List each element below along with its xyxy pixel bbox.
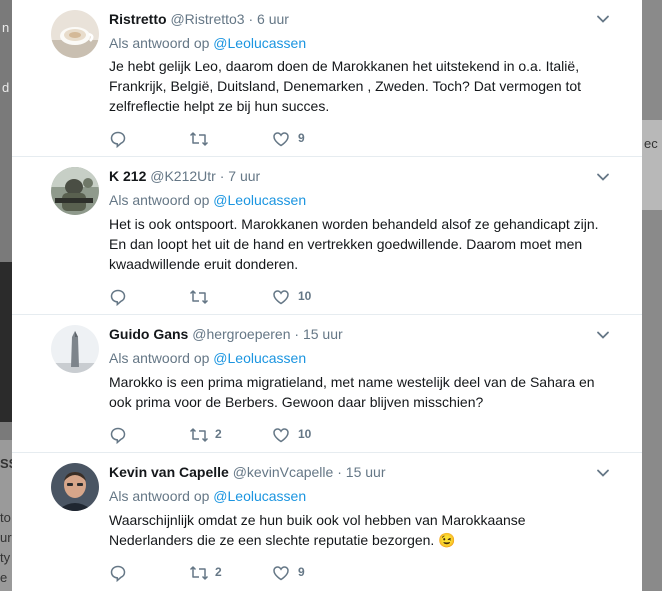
like-icon	[273, 428, 289, 443]
tweet-item[interactable]: Kevin van Capelle @kevinVcapelle · 15 uu…	[12, 452, 642, 591]
separator-dot: ·	[294, 326, 300, 342]
background-text-fragment: e	[0, 570, 8, 585]
retweet-icon	[189, 566, 209, 580]
reply-icon	[110, 427, 126, 444]
author-handle[interactable]: @Ristretto3	[170, 11, 244, 27]
like-icon	[273, 290, 289, 305]
author-name[interactable]: Guido Gans	[109, 326, 188, 342]
background-text-fragment: d	[2, 80, 10, 95]
background-text-fragment: ec	[644, 136, 658, 151]
tweet-header: K 212 @K212Utr · 7 uur	[109, 167, 260, 185]
tweet-item[interactable]: Guido Gans @hergroeperen · 15 uur Als an…	[12, 314, 642, 453]
background-text-fragment: to	[0, 510, 11, 525]
retweet-icon	[189, 290, 209, 304]
avatar[interactable]	[51, 325, 99, 373]
like-count: 9	[298, 565, 305, 579]
like-count: 10	[298, 427, 312, 441]
coffee-cup-avatar-image	[51, 10, 99, 58]
background-panel: ec	[642, 120, 662, 210]
reply-prefix: Als antwoord op	[109, 192, 210, 208]
tweet-item[interactable]: K 212 @K212Utr · 7 uur Als antwoord op @…	[12, 156, 642, 315]
tweet-header: Guido Gans @hergroeperen · 15 uur	[109, 325, 343, 343]
reply-icon	[110, 289, 126, 306]
avatar[interactable]	[51, 463, 99, 511]
tweet-time[interactable]: 6 uur	[257, 11, 289, 27]
reply-context: Als antwoord op @Leolucassen	[109, 191, 306, 209]
tweet-actions: 10	[109, 287, 409, 307]
background-page-right: ec	[642, 0, 662, 591]
separator-dot: ·	[337, 464, 342, 480]
retweet-icon	[189, 132, 209, 146]
tweet-replies-modal: Ristretto @Ristretto3 · 6 uur Als antwoo…	[12, 0, 642, 591]
man-portrait-avatar-image	[51, 463, 99, 511]
like-icon	[273, 566, 289, 581]
reply-prefix: Als antwoord op	[109, 350, 210, 366]
reply-mention-link[interactable]: @Leolucassen	[213, 35, 306, 51]
background-image-dark	[0, 262, 12, 422]
like-icon	[273, 132, 289, 147]
tweet-header: Kevin van Capelle @kevinVcapelle · 15 uu…	[109, 463, 385, 481]
like-count: 10	[298, 289, 312, 303]
author-name[interactable]: Ristretto	[109, 11, 167, 27]
background-text-fragment: n	[2, 20, 10, 35]
chevron-down-icon[interactable]	[595, 11, 611, 27]
reply-context: Als antwoord op @Leolucassen	[109, 487, 306, 505]
tweet-item[interactable]: Ristretto @Ristretto3 · 6 uur Als antwoo…	[12, 0, 642, 157]
like-count: 9	[298, 131, 305, 145]
reply-mention-link[interactable]: @Leolucassen	[213, 192, 306, 208]
author-handle[interactable]: @hergroeperen	[192, 326, 290, 342]
avatar[interactable]	[51, 10, 99, 58]
reply-prefix: Als antwoord op	[109, 488, 210, 504]
tweet-text: Marokko is een prima migratieland, met n…	[109, 374, 595, 410]
tweet-text: Het is ook ontspoort. Marokkanen worden …	[109, 216, 599, 272]
separator-dot: ·	[248, 11, 254, 27]
tweet-time[interactable]: 15 uur	[303, 326, 343, 342]
avatar[interactable]	[51, 167, 99, 215]
soldier-avatar-image	[51, 167, 99, 215]
reply-icon	[110, 565, 126, 582]
background-text-fragment: ur	[0, 530, 12, 545]
retweet-count: 2	[215, 427, 222, 441]
retweet-count: 2	[215, 565, 222, 579]
author-name[interactable]: Kevin van Capelle	[109, 464, 229, 480]
tweet-time[interactable]: 15 uur	[346, 464, 386, 480]
chevron-down-icon[interactable]	[595, 169, 611, 185]
tweet-text: Je hebt gelijk Leo, daarom doen de Marok…	[109, 58, 582, 114]
chevron-down-icon[interactable]	[595, 327, 611, 343]
reply-mention-link[interactable]: @Leolucassen	[213, 488, 306, 504]
tweet-actions: 9	[109, 129, 409, 149]
chevron-down-icon[interactable]	[595, 465, 611, 481]
reply-icon	[110, 131, 126, 148]
reply-context: Als antwoord op @Leolucassen	[109, 349, 306, 367]
reply-mention-link[interactable]: @Leolucassen	[213, 350, 306, 366]
tweet-text: Waarschijnlijk omdat ze hun buik ook vol…	[109, 512, 526, 548]
separator-dot: ·	[219, 168, 225, 184]
reply-prefix: Als antwoord op	[109, 35, 210, 51]
obelisk-avatar-image	[51, 325, 99, 373]
author-name[interactable]: K 212	[109, 168, 146, 184]
background-text-fragment: ty	[0, 550, 11, 565]
author-handle[interactable]: @K212Utr	[150, 168, 216, 184]
retweet-icon	[189, 428, 209, 442]
tweet-actions: 2 10	[109, 425, 409, 445]
tweet-header: Ristretto @Ristretto3 · 6 uur	[109, 10, 289, 28]
tweet-actions: 2 9	[109, 563, 409, 583]
reply-context: Als antwoord op @Leolucassen	[109, 34, 306, 52]
tweet-time[interactable]: 7 uur	[228, 168, 260, 184]
author-handle[interactable]: @kevinVcapelle	[233, 464, 334, 480]
